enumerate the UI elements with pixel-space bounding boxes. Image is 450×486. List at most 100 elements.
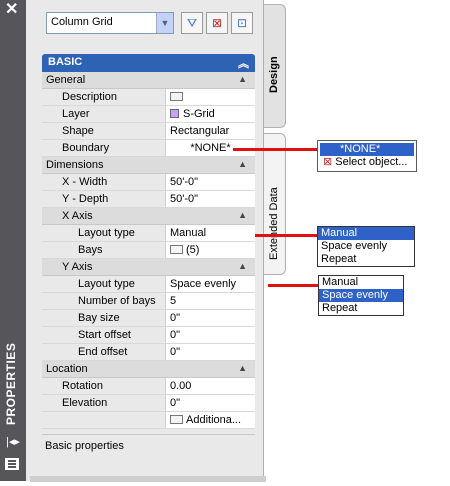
object-type-dropdown[interactable]: Column Grid ▼ [46,12,174,34]
property-row-description[interactable]: Description [42,89,255,106]
property-row-start-offset[interactable]: Start offset 0" [42,327,255,344]
property-value[interactable]: 0" [166,344,255,360]
list-item[interactable]: Space evenly [319,289,403,302]
property-row-end-offset[interactable]: End offset 0" [42,344,255,361]
quick-select-button[interactable]: ⛛ [181,12,203,34]
property-row-additional[interactable]: Additiona... [42,412,255,429]
palette-title-bar[interactable]: ✕ PROPERTIES |◂▸ [0,0,26,481]
property-row-layer[interactable]: Layer S-Grid [42,106,255,123]
property-row-boundary[interactable]: Boundary *NONE* [42,140,255,157]
property-row-x-layout-type[interactable]: Layout type Manual [42,225,255,242]
property-row-x-width[interactable]: X - Width 50'-0" [42,174,255,191]
callout-line-x-layout [255,234,317,237]
property-name [42,412,166,428]
category-general[interactable]: General ▲ [42,72,255,89]
list-item[interactable]: Space evenly [318,240,414,253]
list-item[interactable]: ⊠ Select object... [320,156,414,169]
property-value[interactable]: 0.00 [166,378,255,394]
list-item[interactable]: Manual [318,227,414,240]
property-value[interactable]: 50'-0" [166,174,255,190]
property-value[interactable]: 50'-0" [166,191,255,207]
property-value[interactable]: 0" [166,395,255,411]
close-icon[interactable]: ✕ [5,2,18,18]
property-name: Description [42,89,166,105]
property-value[interactable]: Additiona... [166,412,255,428]
property-row-number-of-bays[interactable]: Number of bays 5 [42,293,255,310]
property-row-elevation[interactable]: Elevation 0" [42,395,255,412]
boundary-dropdown-list: *NONE* ⊠ Select object... [317,140,417,172]
property-name: Number of bays [42,293,166,309]
description-editor-icon[interactable] [170,92,183,101]
property-name: Layer [42,106,166,122]
property-row-y-layout-type[interactable]: Layout type Space evenly [42,276,255,293]
property-name: End offset [42,344,166,360]
category-dimensions[interactable]: Dimensions ▲ [42,157,255,174]
callout-line-boundary [233,148,317,151]
property-row-shape[interactable]: Shape Rectangular [42,123,255,140]
property-name: Elevation [42,395,166,411]
list-item[interactable]: Repeat [319,302,403,315]
tab-extended-data[interactable]: Extended Data [264,133,286,275]
section-header-basic[interactable]: BASIC ︽ [42,54,255,72]
bays-value: (5) [186,244,200,256]
tab-extended-label: Extended Data [268,187,280,260]
category-label: X Axis [62,210,93,222]
chevron-up-icon[interactable]: ▲ [238,261,247,271]
list-item[interactable]: *NONE* [320,143,414,156]
toggle-pickadd-button[interactable]: ⊠ [206,12,228,34]
property-row-rotation[interactable]: Rotation 0.00 [42,378,255,395]
additional-info-icon[interactable] [170,415,183,424]
description-text: Basic properties [45,440,124,452]
bays-editor-icon[interactable] [170,245,183,254]
property-value[interactable]: Manual [166,225,255,241]
property-value[interactable]: Space evenly [166,276,255,292]
property-name: Layout type [42,225,166,241]
list-item[interactable]: Repeat [318,253,414,266]
property-name: Bay size [42,310,166,326]
select-objects-icon: ⊡ [236,16,248,30]
chevron-up-icon[interactable]: ▲ [238,159,247,169]
property-value[interactable]: 0" [166,310,255,326]
property-name: Start offset [42,327,166,343]
property-name: Y - Depth [42,191,166,207]
callout-line-y-layout [268,284,318,287]
list-item-label: Select object... [335,156,408,168]
chevron-up-icon[interactable]: ▲ [238,74,247,84]
property-value[interactable]: Rectangular [166,123,255,139]
category-y-axis[interactable]: Y Axis ▲ [42,259,255,276]
property-row-x-bays[interactable]: Bays (5) [42,242,255,259]
x-layout-dropdown-list: Manual Space evenly Repeat [317,226,415,267]
property-name: Rotation [42,378,166,394]
category-label: Location [46,363,88,375]
layer-color-swatch [170,109,179,118]
property-name: Layout type [42,276,166,292]
property-row-bay-size[interactable]: Bay size 0" [42,310,255,327]
property-value[interactable]: (5) [166,242,255,258]
category-label: Dimensions [46,159,104,171]
list-item[interactable]: Manual [319,276,403,289]
chevron-up-icon[interactable]: ▲ [238,363,247,373]
property-name: X - Width [42,174,166,190]
palette-menu-icon[interactable] [5,458,19,470]
tab-design[interactable]: Design [264,4,286,128]
category-location[interactable]: Location ▲ [42,361,255,378]
chevron-up-icon[interactable]: ▲ [238,210,247,220]
object-type-value: Column Grid [51,16,113,28]
property-value[interactable]: 5 [166,293,255,309]
palette-title: PROPERTIES [4,342,18,425]
property-name: Shape [42,123,166,139]
auto-hide-icon[interactable]: |◂▸ [6,435,20,448]
category-label: General [46,74,86,86]
property-value[interactable]: S-Grid [166,106,255,122]
additional-value: Additiona... [186,414,242,426]
select-objects-button[interactable]: ⊡ [231,12,253,34]
property-name: Boundary [42,140,166,156]
tab-design-label: Design [268,56,280,93]
property-value[interactable] [166,89,255,105]
property-row-y-depth[interactable]: Y - Depth 50'-0" [42,191,255,208]
category-x-axis[interactable]: X Axis ▲ [42,208,255,225]
collapse-icon[interactable]: ︽ [238,55,249,71]
layer-value: S-Grid [183,108,215,120]
property-value[interactable]: 0" [166,327,255,343]
chevron-down-icon[interactable]: ▼ [156,13,173,33]
